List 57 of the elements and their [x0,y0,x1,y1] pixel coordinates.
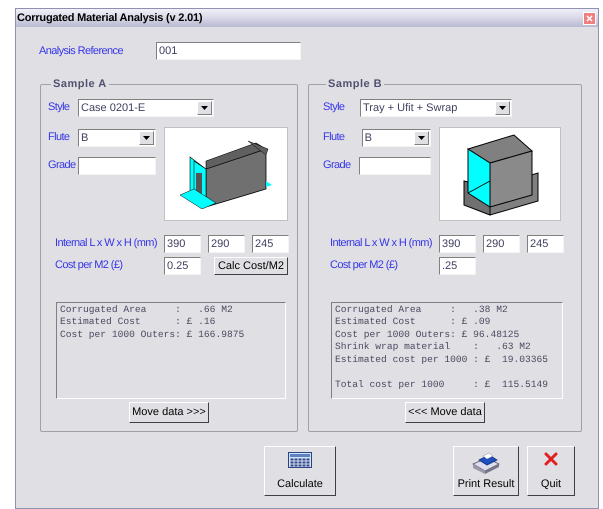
result-line: Shrink wrap material : .63 M2 [335,341,531,354]
dimension-field[interactable]: 390 [164,234,201,252]
result-line: Estimated cost per 1000 : £ 19.03365 [335,354,548,366]
dropdown-button[interactable] [197,100,212,114]
cost-field[interactable]: .25 [439,256,476,274]
dropdown-arrow-icon [143,136,150,140]
dimensions-label: Internal L x W x H (mm) [329,236,433,252]
dropdown-button[interactable] [414,130,429,144]
analysis-reference-field[interactable]: 001 [156,42,301,60]
style-dropdown[interactable]: Tray + Ufit + Swrap [360,98,512,116]
dimension-field[interactable]: 245 [527,234,564,252]
calculate-button[interactable]: Calculate [264,446,336,496]
grade-field[interactable] [359,156,431,174]
dropdown-arrow-icon [418,136,425,140]
analysis-reference-label: Analysis Reference [39,44,124,59]
flute-dropdown[interactable]: B [362,128,431,146]
flute-dropdown[interactable]: B [78,128,156,146]
window-title: Corrugated Material Analysis (v 2.01) [16,10,202,26]
cost-field[interactable]: 0.25 [164,256,201,274]
move-data-button[interactable]: Move data >>> [129,402,209,423]
quit-button[interactable]: Quit [527,446,575,496]
dropdown-arrow-icon [499,106,506,110]
cost-label: Cost per M2 (£) [54,258,124,274]
flute-label: Flute [323,130,346,144]
dimensions-label: Internal L x W x H (mm) [54,236,158,252]
dropdown-arrow-icon [201,106,208,110]
move-data-button[interactable]: <<< Move data [405,402,485,423]
result-line: Cost per 1000 Outers: £ 166.9875 [60,328,244,342]
dimension-field[interactable]: 390 [439,234,476,252]
group-title: Sample A [52,77,108,92]
group-title: Sample B [327,77,384,92]
close-icon [544,452,558,466]
close-button[interactable] [583,12,596,24]
result-line: Cost per 1000 Outers: £ 96.48125 [335,328,520,342]
style-label: Style [323,100,346,116]
grade-label: Grade [323,158,352,172]
grade-label: Grade [48,158,77,172]
close-icon [586,14,593,22]
result-line: Total cost per 1000 : £ 115.5149 [335,379,548,392]
style-dropdown[interactable]: Case 0201-E [78,98,214,116]
cost-label: Cost per M2 (£) [329,258,398,274]
result-line: Corrugated Area : .66 M2 [60,304,233,316]
printer-icon [471,452,501,474]
calc-cost-button[interactable]: Calc Cost/M2 [214,256,288,274]
flute-label: Flute [48,130,70,144]
style-label: Style [48,100,70,116]
grade-field[interactable] [78,156,156,174]
result-line: Corrugated Area : .38 M2 [335,304,508,316]
dimension-field[interactable]: 290 [483,234,520,252]
dimension-field[interactable]: 245 [252,234,289,252]
dimension-field[interactable]: 290 [208,234,245,252]
result-line: Estimated Cost : £ .16 [60,316,216,329]
print-result-button[interactable]: Print Result [453,446,519,496]
calculator-grid-icon [288,452,312,468]
dropdown-button[interactable] [495,100,510,114]
result-line: Estimated Cost : £ .09 [335,316,490,329]
dropdown-button[interactable] [139,130,154,144]
